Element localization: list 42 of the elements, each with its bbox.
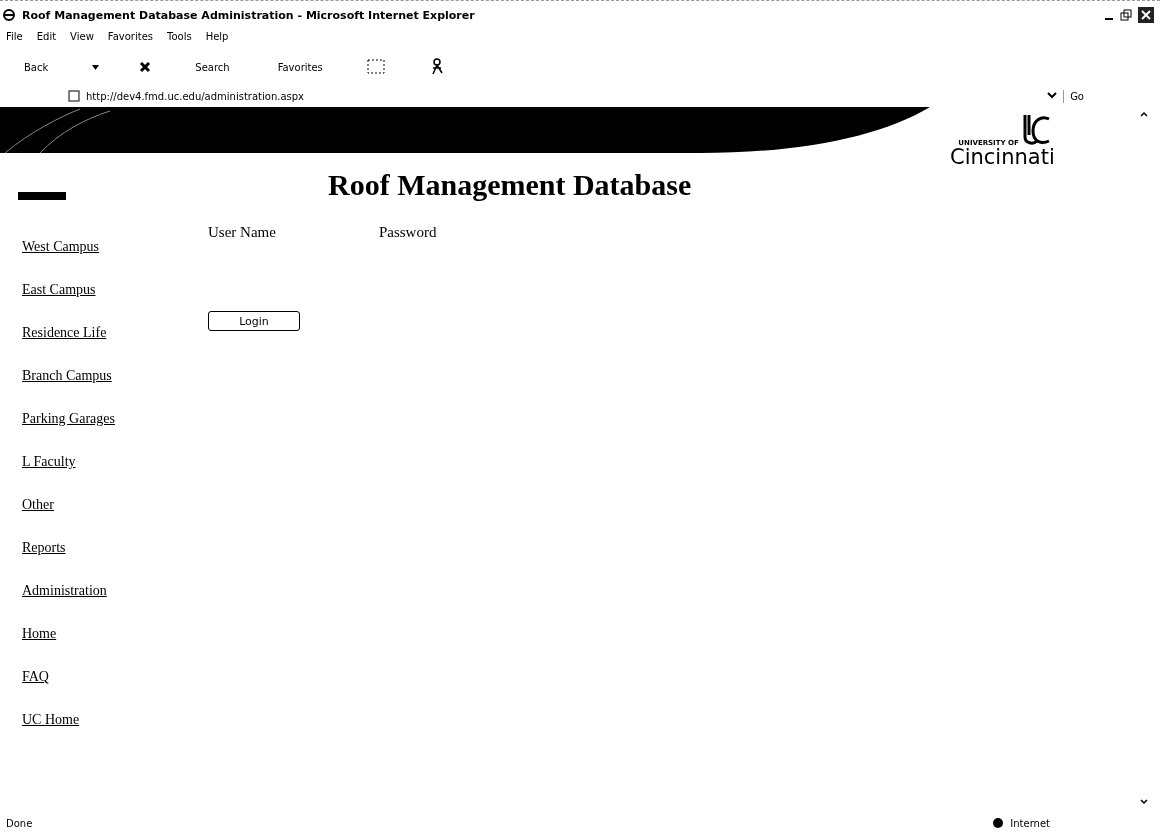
media-icon[interactable] — [366, 59, 387, 75]
search-button[interactable]: Search — [191, 59, 234, 75]
nav-link[interactable]: L Faculty — [22, 451, 208, 473]
menu-item[interactable]: File — [6, 31, 23, 47]
menu-item[interactable]: Tools — [167, 31, 192, 47]
zone-text: Internet — [1010, 817, 1050, 829]
scroll-down-icon[interactable] — [1140, 799, 1148, 805]
go-button[interactable]: Go — [1063, 89, 1090, 103]
nav-link[interactable]: Parking Garages — [22, 408, 208, 430]
login-button[interactable]: Login — [208, 311, 300, 331]
page-heading: Roof Management Database — [328, 168, 692, 202]
restore-icon[interactable] — [1120, 9, 1132, 21]
menu-item[interactable]: Help — [205, 31, 229, 47]
nav-link[interactable]: UC Home — [22, 709, 208, 731]
status-text: Done — [6, 817, 33, 829]
scroll-up-icon[interactable] — [1140, 111, 1148, 117]
menu-item[interactable]: Edit — [36, 31, 57, 47]
nav-link[interactable]: East Campus — [22, 279, 208, 301]
close-icon[interactable] — [1138, 7, 1154, 23]
nav-link[interactable]: Other — [22, 494, 208, 516]
nav-link[interactable]: FAQ — [22, 666, 208, 688]
nav-link[interactable]: West Campus — [22, 236, 208, 258]
nav-link[interactable]: Branch Campus — [22, 365, 208, 387]
logo-name: Cincinnati — [950, 147, 1055, 168]
username-label: User Name — [208, 224, 276, 241]
globe-icon — [992, 817, 1005, 829]
nav-link[interactable]: Home — [22, 623, 208, 645]
dropdown-icon[interactable] — [92, 64, 100, 70]
password-label: Password — [378, 224, 437, 241]
menu-item[interactable]: View — [70, 31, 94, 47]
address-field[interactable]: http://dev4.fmd.uc.edu/administration.aspx — [86, 90, 305, 102]
favorites-button[interactable]: Favorites — [273, 59, 327, 75]
window-title: Roof Management Database Administration - Microsoft Internet Explorer — [22, 8, 475, 22]
back-button[interactable]: Back — [20, 59, 53, 75]
page-icon — [68, 90, 80, 102]
decorative-bar — [18, 192, 66, 200]
menu-item[interactable]: Favorites — [107, 31, 153, 47]
dropdown-icon[interactable] — [1047, 92, 1058, 100]
nav-link[interactable]: Reports — [22, 537, 208, 559]
nav-link[interactable]: Administration — [22, 580, 208, 602]
stop-icon[interactable] — [139, 61, 152, 73]
nav-link[interactable]: Residence Life — [22, 322, 208, 344]
